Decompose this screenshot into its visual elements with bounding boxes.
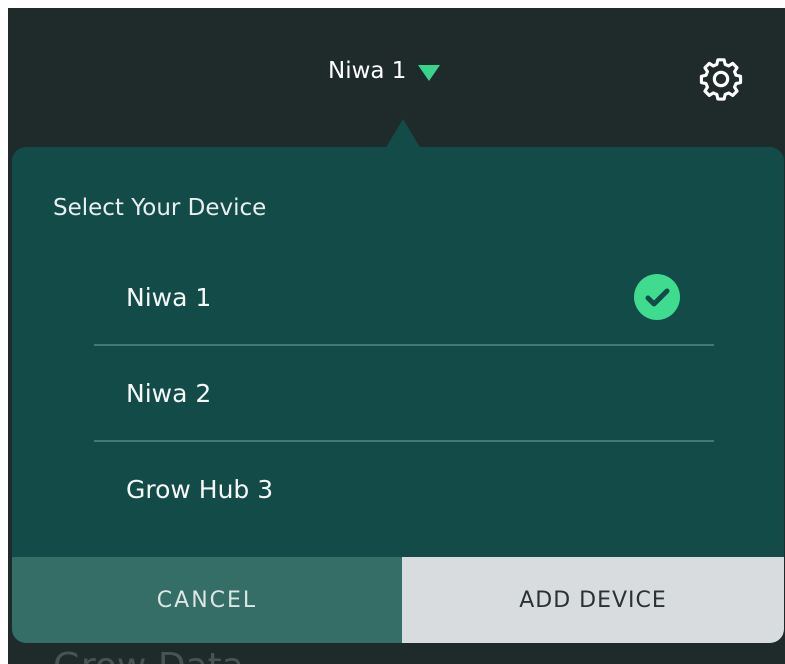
popover-actions: CANCEL ADD DEVICE	[12, 557, 784, 643]
cancel-button[interactable]: CANCEL	[12, 557, 402, 643]
device-item-niwa-1[interactable]: Niwa 1	[94, 249, 714, 345]
triangle-down-icon	[418, 64, 441, 81]
grow-data-heading: Grow Data	[53, 646, 244, 664]
device-item-label: Grow Hub 3	[126, 474, 274, 504]
device-item-grow-hub-3[interactable]: Grow Hub 3	[94, 440, 714, 537]
checkmark-icon	[645, 288, 670, 307]
gear-icon[interactable]	[696, 54, 746, 104]
popover-pointer	[385, 119, 421, 149]
device-item-label: Niwa 2	[126, 378, 212, 408]
device-selector-popover: Select Your Device Niwa 1 Niwa 2 Grow Hu…	[12, 147, 784, 643]
popover-title: Select Your Device	[53, 195, 267, 221]
device-switcher[interactable]: Niwa 1	[328, 58, 441, 84]
add-device-button[interactable]: ADD DEVICE	[402, 557, 784, 643]
app-screen: Niwa 1 Grow Data Select Your Device Niwa…	[8, 8, 785, 664]
current-device-title: Niwa 1	[328, 58, 407, 84]
check-circle-icon	[634, 274, 680, 320]
device-item-label: Niwa 1	[126, 282, 212, 312]
device-item-niwa-2[interactable]: Niwa 2	[94, 344, 714, 441]
device-list: Niwa 1 Niwa 2 Grow Hub 3	[94, 249, 714, 537]
